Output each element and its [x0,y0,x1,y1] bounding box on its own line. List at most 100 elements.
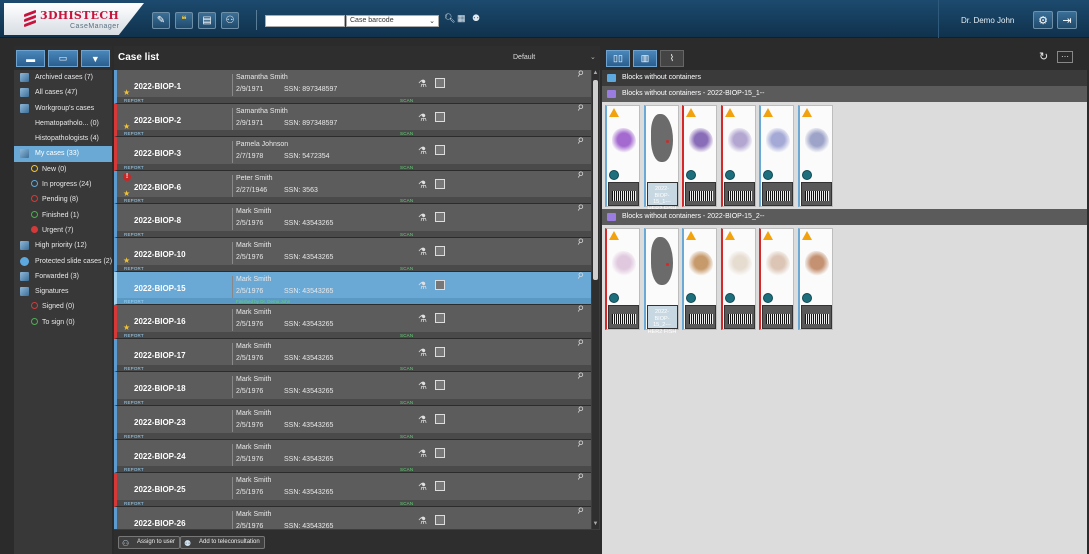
assign-to-user-button[interactable]: ⚇ Assign to user [118,536,181,549]
sidebar-item[interactable]: Finished (1) [14,208,112,223]
sidebar-item[interactable]: Pending (8) [14,192,112,207]
scan-label[interactable]: SCAN [400,434,413,439]
tab-worklist[interactable]: ▭ [48,50,78,67]
tab-attachments[interactable]: ⌇ [660,50,684,67]
sidebar-item[interactable]: High priority (12) [14,238,112,253]
specimen-icon[interactable]: ⚗ [418,79,427,90]
case-row[interactable]: 2022-BIOP-17 Mark Smith 2/5/1976 SSN: 43543… [114,337,591,373]
specimen-icon[interactable]: ⚗ [418,247,427,258]
slide-box-icon[interactable] [435,447,445,458]
slide-box-icon[interactable] [435,346,445,357]
logout-button[interactable]: ⇥ [1057,11,1077,29]
specimen-icon[interactable]: ⚗ [418,314,427,325]
scan-label[interactable]: SCAN [400,366,413,371]
case-row[interactable]: 2022-BIOP-26 Mark Smith 2/5/1976 SSN: 43543… [114,505,591,529]
slide-box-icon[interactable] [435,145,445,156]
barcode-list-icon[interactable]: ▦ [457,13,466,24]
report-label[interactable]: REPORT [124,98,144,103]
scan-label[interactable]: SCAN [400,333,413,338]
case-row[interactable]: 2022-BIOP-6 ★! Peter Smith 2/27/1946 SSN: 35… [114,169,591,205]
specimen-icon[interactable]: ⚗ [418,449,427,460]
report-label[interactable]: REPORT [124,366,144,371]
block-group-header[interactable]: Blocks without containers - 2022-BIOP-15… [602,209,1087,225]
slide-thumbnail[interactable] [682,105,717,207]
block-group-header[interactable]: Blocks without containers - 2022-BIOP-15… [602,86,1087,102]
report-label[interactable]: REPORT [124,299,144,304]
tab-folders[interactable]: ▬ [16,50,46,67]
case-row[interactable]: 2022-BIOP-18 Mark Smith 2/5/1976 SSN: 43543… [114,371,591,406]
slide-box-icon[interactable] [435,178,445,189]
slide-box-icon[interactable] [435,380,445,391]
slide-box-icon[interactable] [435,245,445,256]
slide-thumbnail[interactable] [759,228,794,330]
users-button[interactable]: ⚇ [221,12,239,29]
case-list-scrollbar[interactable]: ▲ ▼ [592,70,599,529]
slide-thumbnail[interactable] [797,105,833,207]
specimen-icon[interactable]: ⚗ [418,146,427,157]
tag-icon[interactable]: ⚲ [575,270,590,283]
tag-icon[interactable]: ⚲ [575,371,590,384]
sidebar-item[interactable]: Workgroup's cases [14,101,112,116]
specimen-icon[interactable]: ⚗ [418,381,427,392]
sidebar-item[interactable]: Signed (0) [14,299,112,314]
tag-icon[interactable]: ⚲ [575,337,590,350]
tag-icon[interactable]: ⚲ [575,471,590,484]
slide-box-icon[interactable] [435,78,445,88]
slide-thumbnail[interactable] [720,105,756,207]
report-label[interactable]: REPORT [124,266,144,271]
scan-label[interactable]: SCAN [400,467,413,472]
case-row[interactable]: 2022-BIOP-23 Mark Smith 2/5/1976 SSN: 43543… [114,404,591,440]
tag-icon[interactable]: ⚲ [575,303,590,316]
slide-thumbnail[interactable]: 2022-BIOP-15_1---HER2 FISH [643,105,679,212]
slide-thumbnail[interactable] [797,228,833,330]
sidebar-item[interactable]: New (0) [14,162,112,177]
sidebar-item[interactable]: To sign (0) [14,315,112,330]
tag-icon[interactable]: ⚲ [575,438,590,451]
user-search-icon[interactable]: ⚉ [472,13,480,24]
sidebar-item[interactable]: My cases (33) [14,146,112,162]
slide-thumbnail[interactable]: 2022-BIOP-15_2---HER2 FISH [643,228,679,335]
slide-thumbnail[interactable] [682,228,717,330]
tab-blocks[interactable]: ▥ [633,50,657,67]
search-mode-select[interactable]: Case barcode ⌄ [346,15,439,27]
scroll-up-icon[interactable]: ▲ [592,70,599,78]
slide-box-icon[interactable] [435,111,445,122]
chevron-down-icon[interactable]: ⌄ [590,53,596,61]
sidebar-item[interactable]: Forwarded (3) [14,269,112,284]
refresh-icon[interactable]: ↻ [1039,50,1048,63]
slide-box-icon[interactable] [435,413,445,424]
tab-filter[interactable]: ▼ [80,50,110,67]
add-to-teleconsultation-button[interactable]: ⚉ Add to teleconsultation [180,536,265,549]
report-label[interactable]: REPORT [124,165,144,170]
slide-box-icon[interactable] [435,279,445,290]
report-label[interactable]: REPORT [124,501,144,506]
scan-label[interactable]: SCAN [400,501,413,506]
scan-label[interactable]: SCAN [400,400,413,405]
scroll-down-icon[interactable]: ▼ [592,521,599,529]
scan-label[interactable]: SCAN [400,98,413,103]
report-label[interactable]: REPORT [124,232,144,237]
tab-book[interactable]: ▯▯ [606,50,630,67]
tag-icon[interactable]: ⚲ [575,135,590,148]
consultation-button[interactable]: ❝ [175,12,193,29]
scan-label[interactable]: SCAN [400,198,413,203]
case-row[interactable]: 2022-BIOP-10 ★ Mark Smith 2/5/1976 SSN: 4354… [114,236,591,272]
case-row[interactable]: 2022-BIOP-15 Mark Smith 2/5/1976 SSN: 43543… [114,270,591,306]
specimen-icon[interactable]: ⚗ [418,516,427,527]
tag-icon[interactable]: ⚲ [575,505,590,518]
report-label[interactable]: REPORT [124,198,144,203]
specimen-icon[interactable]: ⚗ [418,482,427,493]
case-row[interactable]: 2022-BIOP-16 ★ Mark Smith 2/5/1976 SSN: 4354… [114,303,591,339]
sidebar-item[interactable]: Protected slide cases (2) [14,254,112,269]
case-row[interactable]: 2022-BIOP-8 Mark Smith 2/5/1976 SSN: 435432… [114,203,591,238]
tag-icon[interactable]: ⚲ [575,236,590,249]
report-label[interactable]: REPORT [124,131,144,136]
blocks-header[interactable]: Blocks without containers [602,70,1087,86]
slide-box-icon[interactable] [435,481,445,492]
scan-label[interactable]: SCAN [400,266,413,271]
scan-label[interactable]: SCAN [400,232,413,237]
specimen-icon[interactable]: ⚗ [418,348,427,359]
search-input[interactable] [265,15,345,27]
slide-thumbnail[interactable] [605,105,640,207]
tag-icon[interactable]: ⚲ [575,70,590,82]
